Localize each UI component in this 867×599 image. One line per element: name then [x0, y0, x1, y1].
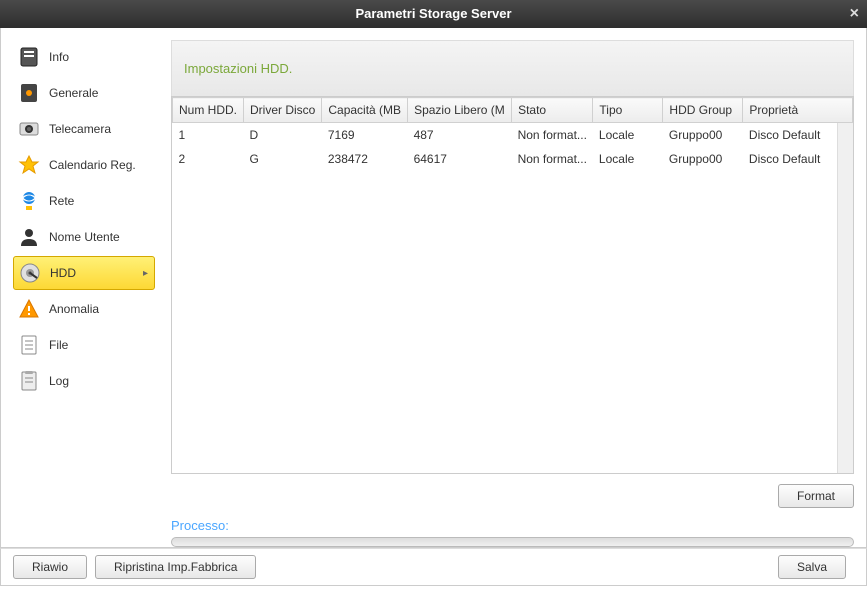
cell-capacity: 238472: [322, 147, 408, 171]
sidebar-item-label: Calendario Reg.: [49, 158, 136, 172]
cell-free: 64617: [408, 147, 512, 171]
content-panel: Impostazioni HDD. Num HDD. Driver Disco …: [163, 40, 854, 547]
camera-icon: [17, 117, 41, 141]
cell-group: Gruppo00: [663, 123, 743, 148]
footer: Riawio Ripristina Imp.Fabbrica Salva: [0, 548, 867, 586]
col-type[interactable]: Tipo: [593, 98, 663, 123]
sidebar-item-anomalia[interactable]: Anomalia: [13, 292, 155, 326]
col-free[interactable]: Spazio Libero (M: [408, 98, 512, 123]
close-icon[interactable]: ×: [850, 0, 859, 28]
col-capacity[interactable]: Capacità (MB: [322, 98, 408, 123]
table-row[interactable]: 1 D 7169 487 Non format... Locale Gruppo…: [173, 123, 853, 148]
general-icon: [17, 81, 41, 105]
cell-type: Locale: [593, 147, 663, 171]
col-property[interactable]: Proprietà: [743, 98, 853, 123]
sidebar-item-log[interactable]: Log: [13, 364, 155, 398]
cell-num: 2: [173, 147, 244, 171]
network-icon: [17, 189, 41, 213]
sidebar: Info Generale Telecamera Calendario Reg.: [13, 40, 163, 547]
sidebar-item-generale[interactable]: Generale: [13, 76, 155, 110]
table-header-row: Num HDD. Driver Disco Capacità (MB Spazi…: [173, 98, 853, 123]
sidebar-item-calendario[interactable]: Calendario Reg.: [13, 148, 155, 182]
sidebar-item-label: Generale: [49, 86, 98, 100]
hdd-table: Num HDD. Driver Disco Capacità (MB Spazi…: [172, 97, 853, 171]
sidebar-item-label: Rete: [49, 194, 74, 208]
cell-num: 1: [173, 123, 244, 148]
log-icon: [17, 369, 41, 393]
sidebar-item-info[interactable]: Info: [13, 40, 155, 74]
table-row[interactable]: 2 G 238472 64617 Non format... Locale Gr…: [173, 147, 853, 171]
sidebar-item-utente[interactable]: Nome Utente: [13, 220, 155, 254]
cell-driver: D: [244, 123, 322, 148]
vertical-scrollbar[interactable]: [837, 123, 853, 473]
info-icon: [17, 45, 41, 69]
warning-icon: [17, 297, 41, 321]
factory-reset-button[interactable]: Ripristina Imp.Fabbrica: [95, 555, 256, 579]
cell-capacity: 7169: [322, 123, 408, 148]
sidebar-item-label: Log: [49, 374, 69, 388]
chevron-right-icon: ▸: [143, 268, 148, 279]
hdd-icon: [18, 261, 42, 285]
hdd-table-container: Num HDD. Driver Disco Capacità (MB Spazi…: [171, 96, 854, 474]
sidebar-item-label: HDD: [50, 266, 76, 280]
col-group[interactable]: HDD Group: [663, 98, 743, 123]
format-row: Format: [171, 484, 854, 508]
cell-type: Locale: [593, 123, 663, 148]
sidebar-item-telecamera[interactable]: Telecamera: [13, 112, 155, 146]
sidebar-item-hdd[interactable]: HDD ▸: [13, 256, 155, 290]
restart-button[interactable]: Riawio: [13, 555, 87, 579]
process-label: Processo:: [171, 518, 854, 533]
cell-group: Gruppo00: [663, 147, 743, 171]
main-container: Info Generale Telecamera Calendario Reg.: [0, 28, 867, 548]
col-driver[interactable]: Driver Disco: [244, 98, 322, 123]
cell-driver: G: [244, 147, 322, 171]
cell-free: 487: [408, 123, 512, 148]
sidebar-item-label: Telecamera: [49, 122, 111, 136]
sidebar-item-label: Info: [49, 50, 69, 64]
titlebar: Parametri Storage Server ×: [0, 0, 867, 28]
col-num[interactable]: Num HDD.: [173, 98, 244, 123]
calendar-icon: [17, 153, 41, 177]
cell-status: Non format...: [512, 123, 593, 148]
sidebar-item-file[interactable]: File: [13, 328, 155, 362]
sidebar-item-rete[interactable]: Rete: [13, 184, 155, 218]
col-status[interactable]: Stato: [512, 98, 593, 123]
cell-status: Non format...: [512, 147, 593, 171]
window-title: Parametri Storage Server: [355, 6, 511, 21]
sidebar-item-label: Anomalia: [49, 302, 99, 316]
sidebar-item-label: Nome Utente: [49, 230, 120, 244]
progress-bar: [171, 537, 854, 547]
save-button[interactable]: Salva: [778, 555, 846, 579]
format-button[interactable]: Format: [778, 484, 854, 508]
user-icon: [17, 225, 41, 249]
section-title: Impostazioni HDD.: [171, 40, 854, 96]
sidebar-item-label: File: [49, 338, 68, 352]
file-icon: [17, 333, 41, 357]
